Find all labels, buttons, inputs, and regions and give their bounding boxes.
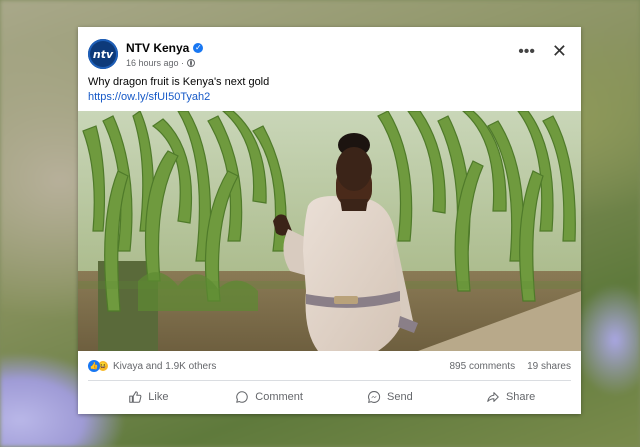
- like-reaction-icon[interactable]: 👍: [88, 360, 100, 372]
- comments-count[interactable]: 895 comments: [449, 361, 515, 372]
- divider: [88, 380, 571, 381]
- verified-badge-icon: ✓: [193, 43, 204, 53]
- share-arrow-icon: [487, 392, 499, 402]
- comment-bubble-icon: [236, 391, 249, 403]
- avatar-logo-text: ntv: [92, 47, 114, 61]
- more-options-icon[interactable]: •••: [518, 44, 535, 60]
- share-label: Share: [505, 391, 536, 403]
- reactions-bar: 👍 😆 Kivaya and 1.9K others 895 comments …: [88, 358, 571, 374]
- like-label: Like: [148, 391, 169, 403]
- post-header: ntv NTV Kenya ✓ 16 hours ago · ••• ✕: [88, 39, 571, 73]
- thumbs-up-icon: [129, 391, 142, 403]
- engagement-stats: 895 comments 19 shares: [449, 361, 571, 372]
- post-text: Why dragon fruit is Kenya's next gold: [88, 76, 270, 88]
- reactors-count[interactable]: Kivaya and 1.9K others: [113, 361, 216, 372]
- post-link[interactable]: https://ow.ly/sfUI50Tyah2: [88, 91, 210, 103]
- close-icon[interactable]: ✕: [552, 42, 567, 60]
- comment-button[interactable]: Comment: [209, 385, 330, 409]
- dragon-fruit-farm-image: [78, 111, 581, 351]
- name-row: NTV Kenya ✓: [126, 41, 204, 55]
- like-button[interactable]: Like: [88, 385, 209, 409]
- post-timestamp[interactable]: 16 hours ago ·: [126, 58, 184, 68]
- facebook-post-card: ntv NTV Kenya ✓ 16 hours ago · ••• ✕ Why…: [78, 27, 581, 414]
- messenger-icon: [368, 391, 381, 403]
- share-button[interactable]: Share: [450, 385, 571, 409]
- comment-label: Comment: [255, 391, 303, 403]
- globe-icon: [187, 59, 196, 67]
- page-avatar[interactable]: ntv: [88, 39, 118, 69]
- page-name[interactable]: NTV Kenya: [126, 41, 189, 55]
- send-button[interactable]: Send: [330, 385, 451, 409]
- post-meta: 16 hours ago ·: [126, 58, 196, 68]
- action-bar: Like Comment Send Share: [88, 385, 571, 409]
- send-label: Send: [387, 391, 413, 403]
- post-photo[interactable]: [78, 111, 581, 351]
- shares-count[interactable]: 19 shares: [527, 361, 571, 372]
